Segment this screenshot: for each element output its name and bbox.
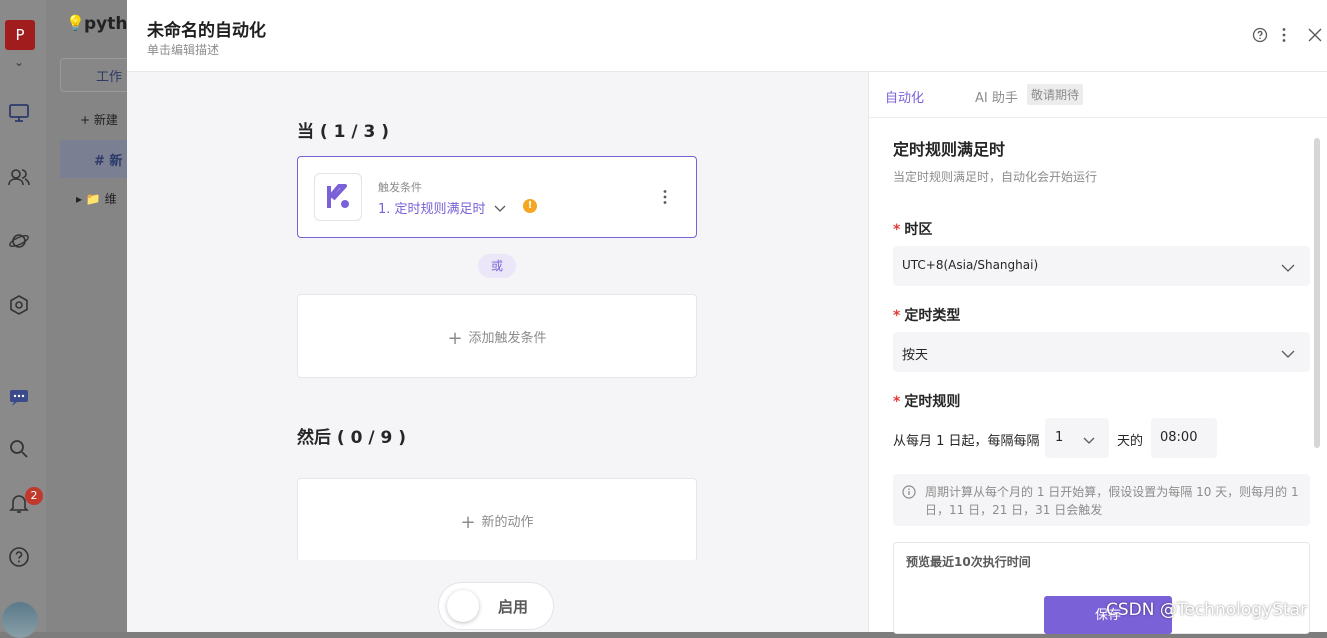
warning-icon: ! <box>523 199 537 213</box>
interval-unit: 天的 <box>1117 434 1144 449</box>
notification-badge: 2 <box>25 487 43 505</box>
panel-description: 当定时规则满足时，自动化会开始运行 <box>893 170 1098 184</box>
new-action-label: 新的动作 <box>481 515 534 530</box>
search-icon[interactable] <box>7 438 31 462</box>
trigger-card[interactable]: 触发条件 1. 定时规则满足时 ! <box>297 156 697 238</box>
app-logo-icon <box>314 173 362 221</box>
automation-modal: 未命名的自动化 单击编辑描述 当 ( 1 / 3 ) 触发条件 1. 定时规则满… <box>127 0 1327 634</box>
schedule-rule-prefix: 从每月 1 日起，每隔每隔 <box>893 434 1040 449</box>
chevron-down-icon <box>1281 262 1295 277</box>
new-button-label: 新建 <box>93 113 118 127</box>
config-panel: 自动化 AI 助手 敬请期待 定时规则满足时 当定时规则满足时，自动化会开始运行… <box>868 72 1327 634</box>
when-heading: 当 ( 1 / 3 ) <box>297 122 389 142</box>
chevron-down-icon <box>494 202 506 217</box>
add-trigger-button[interactable]: + 添加触发条件 <box>297 294 697 378</box>
trigger-value: 1. 定时规则满足时 <box>378 202 486 217</box>
trigger-select[interactable]: 1. 定时规则满足时 <box>378 198 506 217</box>
panel-title: 定时规则满足时 <box>893 140 1006 159</box>
more-vertical-icon[interactable] <box>662 189 668 209</box>
plus-icon: + <box>447 328 463 349</box>
toggle-knob <box>447 590 479 622</box>
info-text: 周期计算从每个月的 1 日开始算，假设设置为每隔 10 天，则每月的 1 日，1… <box>925 485 1299 517</box>
chevron-down-icon[interactable]: ⌄ <box>7 50 31 74</box>
tab-workbench-label: 工作 <box>96 70 123 85</box>
or-badge: 或 <box>478 254 516 278</box>
info-icon <box>902 485 916 503</box>
enable-label: 启用 <box>498 598 529 616</box>
interval-value: 1 <box>1055 430 1064 445</box>
automation-canvas: 当 ( 1 / 3 ) 触发条件 1. 定时规则满足时 ! 或 + 添加触发条件 <box>127 72 868 632</box>
scrollbar-track[interactable] <box>1314 138 1320 448</box>
modal-title[interactable]: 未命名的自动化 <box>147 16 266 41</box>
help-icon[interactable] <box>7 546 31 570</box>
time-value: 08:00 <box>1160 430 1198 445</box>
info-box: 周期计算从每个月的 1 日开始算，假设设置为每隔 10 天，则每月的 1 日，1… <box>893 474 1310 526</box>
monitor-icon[interactable] <box>7 102 31 126</box>
timezone-select[interactable]: UTC+8(Asia/Shanghai) <box>893 246 1310 286</box>
preview-title: 预览最近10次执行时间 <box>906 555 1031 569</box>
timezone-label: * 时区 <box>893 222 933 238</box>
schedule-rule-label-text: 定时规则 <box>904 394 961 410</box>
coming-soon-badge: 敬请期待 <box>1027 84 1084 105</box>
new-action-button[interactable]: + 新的动作 <box>297 478 697 562</box>
bulb-icon: 💡 <box>66 14 85 32</box>
time-picker[interactable]: 08:00 <box>1151 418 1217 458</box>
settings-hex-icon[interactable] <box>7 294 31 318</box>
active-item-text: 新 <box>109 154 123 169</box>
schedule-type-select[interactable]: 按天 <box>893 332 1310 372</box>
folder-label: 维 <box>104 192 117 206</box>
add-trigger-content: + 添加触发条件 <box>298 327 696 349</box>
schedule-type-label-text: 定时类型 <box>904 308 961 324</box>
close-icon[interactable] <box>1308 28 1322 46</box>
folder-item[interactable]: ▸ 📁 维 <box>76 190 117 207</box>
chevron-down-icon <box>1083 434 1095 449</box>
schedule-type-value: 按天 <box>902 348 929 363</box>
enable-toggle[interactable]: 启用 <box>438 582 554 630</box>
then-heading: 然后 ( 0 / 9 ) <box>297 428 406 448</box>
tab-ai-assistant[interactable]: AI 助手 <box>975 87 1018 106</box>
new-action-content: + 新的动作 <box>298 511 696 533</box>
tab-divider <box>869 117 1327 118</box>
background-panel: 💡 pytho 工作 + 新建 # 新 ▸ 📁 维 <box>46 0 142 632</box>
active-item-label: # 新 <box>94 154 123 169</box>
trigger-caption: 触发条件 <box>378 181 422 194</box>
planet-icon[interactable] <box>7 230 31 254</box>
modal-subtitle[interactable]: 单击编辑描述 <box>147 41 219 58</box>
tab-automation[interactable]: 自动化 <box>885 87 924 106</box>
add-trigger-label: 添加触发条件 <box>468 331 547 346</box>
help-circle-icon[interactable] <box>1252 27 1268 47</box>
chevron-down-icon <box>1281 348 1295 363</box>
chat-icon[interactable] <box>7 386 31 410</box>
app-sidebar-rail: P ⌄ 2 <box>0 0 46 638</box>
schedule-type-label: * 定时类型 <box>893 308 961 324</box>
avatar[interactable]: P <box>5 20 35 50</box>
user-avatar[interactable] <box>2 602 38 638</box>
watermark: CSDN @TechnologyStar <box>1106 600 1307 620</box>
new-button[interactable]: + 新建 <box>80 111 118 128</box>
plus-icon: + <box>460 512 476 533</box>
schedule-rule-label: * 定时规则 <box>893 394 961 410</box>
users-icon[interactable] <box>7 166 31 190</box>
interval-select[interactable]: 1 <box>1045 418 1109 458</box>
timezone-value: UTC+8(Asia/Shanghai) <box>902 258 1039 272</box>
more-vertical-icon[interactable] <box>1277 27 1291 47</box>
timezone-label-text: 时区 <box>904 222 933 238</box>
modal-header: 未命名的自动化 单击编辑描述 <box>127 0 1327 72</box>
